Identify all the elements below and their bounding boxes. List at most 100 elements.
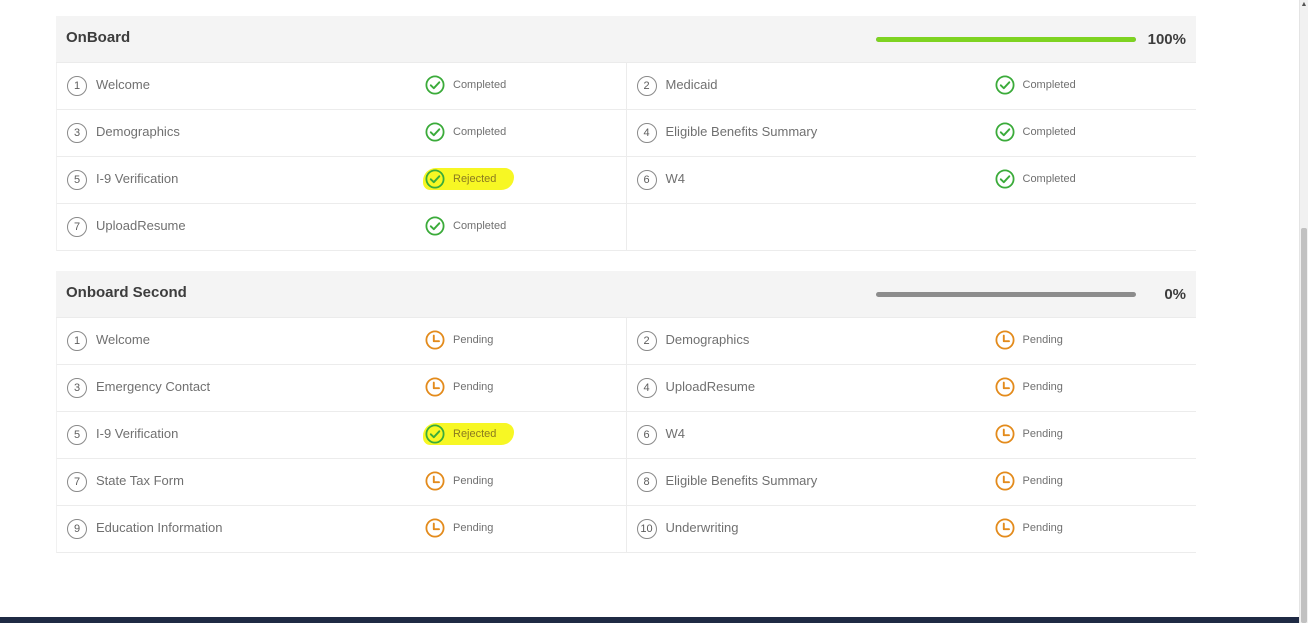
step-name[interactable]: Medicaid <box>666 77 718 92</box>
step-item[interactable]: 4 UploadResume Pending <box>627 365 1197 411</box>
clock-icon <box>994 377 1015 397</box>
step-name[interactable]: I-9 Verification <box>96 171 178 186</box>
step-item[interactable]: 6 W4 Completed <box>627 157 1197 203</box>
step-item[interactable]: 1 Welcome Pending <box>57 318 627 364</box>
step-name[interactable]: Welcome <box>96 332 150 347</box>
table-row: 3 Emergency Contact Pending 4 UploadResume Pe… <box>56 365 1196 412</box>
step-number-badge: 2 <box>636 76 657 96</box>
status-badge: Completed <box>993 121 1080 143</box>
status-label: Rejected <box>453 428 497 440</box>
step-name[interactable]: W4 <box>666 171 686 186</box>
check-circle-icon <box>425 424 445 444</box>
step-item[interactable]: 3 Emergency Contact Pending <box>57 365 627 411</box>
step-item[interactable]: 6 W4 Pending <box>627 412 1197 458</box>
status-badge: Pending <box>423 470 497 492</box>
scroll-up-arrow-icon[interactable]: ▲ <box>1300 0 1308 10</box>
status-badge: Pending <box>423 329 497 351</box>
step-item[interactable]: 9 Education Information Pending <box>57 506 627 552</box>
scroll-thumb[interactable] <box>1301 228 1307 623</box>
step-number-badge: 4 <box>636 123 657 143</box>
status-badge: Rejected <box>423 423 515 445</box>
status-label: Completed <box>453 79 507 91</box>
step-item[interactable]: 2 Medicaid Completed <box>627 63 1197 109</box>
table-row: 1 Welcome Completed 2 Medicaid Completed <box>56 63 1196 110</box>
step-item[interactable]: 10 Underwriting Pending <box>627 506 1197 552</box>
step-name[interactable]: I-9 Verification <box>96 426 178 441</box>
step-name[interactable]: Emergency Contact <box>96 379 210 394</box>
status-label: Pending <box>1022 522 1063 534</box>
progress-track <box>876 36 1136 42</box>
step-name[interactable]: Eligible Benefits Summary <box>666 124 818 139</box>
table-row: 1 Welcome Pending 2 Demographics Pending <box>56 318 1196 365</box>
step-number-badge: 5 <box>67 425 87 445</box>
table-row: 3 Demographics Completed 4 Eligible Benefits… <box>56 110 1196 157</box>
check-circle-icon <box>425 122 445 142</box>
footer-bar <box>0 617 1300 623</box>
step-item[interactable]: 1 Welcome Completed <box>57 63 627 109</box>
step-number-badge: 6 <box>636 170 657 190</box>
step-item[interactable]: 5 I-9 Verification Rejected <box>57 412 627 458</box>
step-number-badge: 2 <box>636 331 657 351</box>
progress-fill <box>876 36 1136 42</box>
step-name[interactable]: Demographics <box>96 124 180 139</box>
status-label: Completed <box>1022 79 1076 91</box>
status-badge: Completed <box>993 168 1080 190</box>
status-badge: Pending <box>993 423 1067 445</box>
clock-icon <box>425 330 445 350</box>
check-circle-icon <box>425 216 445 236</box>
step-name[interactable]: Demographics <box>666 332 750 347</box>
status-label: Pending <box>453 381 494 393</box>
step-number-badge: 6 <box>636 425 657 445</box>
step-number-badge: 7 <box>67 472 87 492</box>
status-label: Completed <box>453 126 507 138</box>
clock-icon <box>994 330 1015 350</box>
onboarding-section: OnBoard 100% 1 Welcome Completed 2 Medicaid C… <box>56 16 1196 251</box>
step-number-badge: 8 <box>636 472 657 492</box>
step-number-badge: 9 <box>67 519 87 539</box>
status-badge: Pending <box>423 376 497 398</box>
table-row: 7 UploadResume Completed <box>56 204 1196 251</box>
clock-icon <box>425 518 445 538</box>
status-label: Completed <box>453 220 507 232</box>
step-number-badge: 3 <box>67 123 87 143</box>
section-title: OnBoard <box>66 29 131 46</box>
step-name[interactable]: Education Information <box>96 520 222 535</box>
status-badge: Completed <box>423 215 510 237</box>
step-item[interactable]: 5 I-9 Verification Rejected <box>57 157 627 203</box>
check-circle-icon <box>994 122 1015 142</box>
section-header: Onboard Second 0% <box>56 271 1196 318</box>
status-badge: Completed <box>993 74 1080 96</box>
status-label: Completed <box>1022 126 1076 138</box>
step-item[interactable]: 8 Eligible Benefits Summary Pending <box>627 459 1197 505</box>
clock-icon <box>994 518 1015 538</box>
progress-indicator: 100% <box>876 29 1186 49</box>
step-name[interactable]: Underwriting <box>666 520 739 535</box>
step-item[interactable]: 7 UploadResume Completed <box>57 204 627 250</box>
table-row: 9 Education Information Pending 10 Underwrit… <box>56 506 1196 553</box>
step-item[interactable]: 7 State Tax Form Pending <box>57 459 627 505</box>
onboarding-section: Onboard Second 0% 1 Welcome Pending 2 Demogr… <box>56 271 1196 553</box>
step-name[interactable]: Eligible Benefits Summary <box>666 473 818 488</box>
check-circle-icon <box>994 169 1015 189</box>
step-name[interactable]: State Tax Form <box>96 473 184 488</box>
step-number-badge: 5 <box>67 170 87 190</box>
step-name[interactable]: UploadResume <box>666 379 756 394</box>
step-number-badge: 1 <box>67 76 87 96</box>
status-label: Pending <box>453 334 494 346</box>
clock-icon <box>994 424 1015 444</box>
status-label: Pending <box>453 475 494 487</box>
step-name[interactable]: UploadResume <box>96 218 186 233</box>
step-name[interactable]: W4 <box>666 426 686 441</box>
status-badge: Pending <box>993 376 1067 398</box>
step-number-badge: 1 <box>67 331 87 351</box>
status-label: Pending <box>1022 334 1063 346</box>
status-badge: Pending <box>993 517 1067 539</box>
step-grid: 1 Welcome Pending 2 Demographics Pending 3 Emer… <box>56 318 1196 553</box>
step-number-badge: 7 <box>67 217 87 237</box>
step-item[interactable]: 4 Eligible Benefits Summary Completed <box>627 110 1197 156</box>
step-name[interactable]: Welcome <box>96 77 150 92</box>
progress-track <box>876 291 1136 297</box>
step-item[interactable]: 3 Demographics Completed <box>57 110 627 156</box>
vertical-scrollbar[interactable]: ▲ <box>1299 0 1308 623</box>
step-item[interactable]: 2 Demographics Pending <box>627 318 1197 364</box>
